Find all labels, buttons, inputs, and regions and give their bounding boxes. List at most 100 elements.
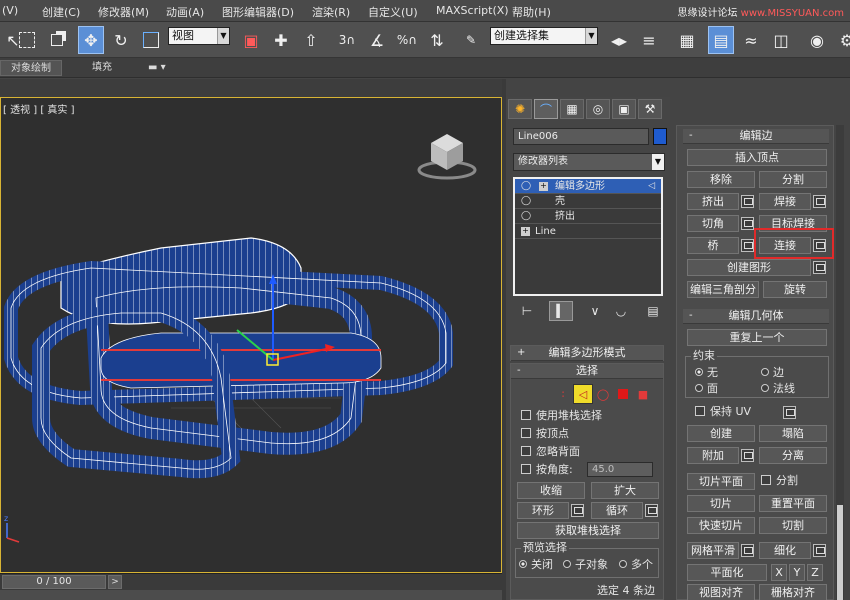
loop-spinner-icon[interactable] [645, 504, 658, 517]
tessellate-settings-icon[interactable] [813, 544, 826, 557]
remove-modifier-icon[interactable]: ◡ [609, 301, 633, 321]
expand-icon[interactable]: + [521, 227, 530, 236]
use-stack-selection-checkbox[interactable]: 使用堆栈选择 [521, 408, 602, 424]
radio-dot[interactable] [695, 384, 703, 392]
layer-manager-icon[interactable]: ▦ [674, 26, 700, 54]
attach-button[interactable]: 附加 [687, 447, 739, 464]
weld-settings-icon[interactable] [813, 195, 826, 208]
bulb-icon[interactable]: ◯ [521, 179, 531, 194]
preserve-uv-checkbox[interactable]: 保持 UV [695, 404, 751, 420]
checkbox-box[interactable] [695, 406, 705, 416]
split-edge-button[interactable]: 分割 [759, 171, 827, 188]
perspective-viewport[interactable]: [ 透视 ] [ 真实 ] z [0, 97, 502, 573]
meshsmooth-settings-icon[interactable] [741, 544, 754, 557]
create-shape-button[interactable]: 创建图形 [687, 259, 811, 276]
split-checkbox[interactable]: 分割 [761, 473, 798, 489]
attach-list-icon[interactable] [741, 449, 754, 462]
insert-vertex-button[interactable]: 插入顶点 [687, 149, 827, 166]
constraint-none-radio[interactable]: 无 [695, 366, 718, 380]
pivot-icon[interactable]: ▣ [238, 26, 264, 54]
scrollbar-thumb[interactable] [837, 505, 843, 600]
preview-subobject-radio[interactable]: 子对象 [563, 558, 608, 572]
preserve-uv-settings-icon[interactable] [783, 406, 796, 419]
object-color-swatch[interactable] [653, 128, 667, 145]
loop-button[interactable]: 循环 [591, 502, 643, 519]
radio-dot[interactable] [563, 560, 571, 568]
angle-snap-icon[interactable]: ∡ [364, 26, 390, 54]
expand-icon[interactable]: + [539, 182, 548, 191]
radio-dot[interactable] [519, 560, 527, 568]
slice-button[interactable]: 切片 [687, 495, 755, 512]
edit-triangulation-button[interactable]: 编辑三角剖分 [687, 281, 759, 298]
material-editor-icon[interactable]: ◉ [804, 26, 830, 54]
mirror-icon[interactable]: ◂▸ [606, 26, 632, 54]
align-icon[interactable]: ≡ [636, 26, 662, 54]
radio-dot[interactable] [619, 560, 627, 568]
weld-button[interactable]: 焊接 [759, 193, 811, 210]
spinner-snap-icon[interactable]: ⇅ [424, 26, 450, 54]
pin-stack-icon[interactable]: ⊢ [515, 301, 539, 321]
repeat-last-button[interactable]: 重复上一个 [687, 329, 827, 346]
bulb-icon[interactable]: ◯ [521, 194, 531, 209]
move-icon[interactable]: ✥ [78, 26, 104, 54]
preview-multi-radio[interactable]: 多个 [619, 558, 653, 572]
utilities-tab-icon[interactable]: ⚒ [638, 99, 662, 119]
menu-create[interactable]: 创建(C) [42, 4, 80, 20]
time-slider[interactable]: 0 / 100 > [0, 573, 502, 590]
slice-plane-button[interactable]: 切片平面 [687, 473, 755, 490]
ring-button[interactable]: 环形 [517, 502, 569, 519]
menu-rendering[interactable]: 渲染(R) [312, 4, 350, 20]
detach-button[interactable]: 分离 [759, 447, 827, 464]
grow-button[interactable]: 扩大 [591, 482, 659, 499]
tab-populate[interactable]: 填充 [82, 60, 122, 76]
next-frame-button[interactable]: > [108, 575, 122, 589]
curve-editor-icon[interactable]: ≈ [738, 26, 764, 54]
menu-graph-editors[interactable]: 图形编辑器(D) [222, 4, 294, 20]
grid-align-button[interactable]: 栅格对齐 [759, 584, 827, 600]
edit-edges-header[interactable]: - 编辑边 [683, 129, 829, 144]
radio-dot[interactable] [761, 384, 769, 392]
extrude-settings-icon[interactable] [741, 195, 754, 208]
menu-customize[interactable]: 自定义(U) [368, 4, 418, 20]
modifier-list-dropdown[interactable]: 修改器列表 ▼ [513, 153, 665, 171]
command-panel-scrollbar[interactable] [836, 125, 844, 600]
stack-item-edit-poly[interactable]: ◯ + 编辑多边形 ◁ [515, 179, 661, 194]
tessellate-button[interactable]: 细化 [759, 542, 811, 559]
create-shape-settings-icon[interactable] [813, 261, 826, 274]
constraint-edge-radio[interactable]: 边 [761, 366, 784, 380]
checkbox-box[interactable] [761, 475, 771, 485]
edit-named-selection-icon[interactable]: ✎ [458, 26, 484, 54]
checkbox-box[interactable] [521, 410, 531, 420]
bridge-button[interactable]: 桥 [687, 237, 739, 254]
menu-animation[interactable]: 动画(A) [166, 4, 204, 20]
object-name-field[interactable]: Line006 [513, 128, 649, 145]
modify-tab-icon[interactable]: ⌒ [534, 99, 558, 119]
cut-button[interactable]: 切割 [759, 517, 827, 534]
chamfer-settings-icon[interactable] [741, 217, 754, 230]
tab-object-paint[interactable]: 对象绘制 [0, 60, 62, 76]
menu-views[interactable]: (V) [2, 4, 18, 17]
extrude-button[interactable]: 挤出 [687, 193, 739, 210]
planar-z-button[interactable]: Z [807, 564, 823, 581]
remove-button[interactable]: 移除 [687, 171, 755, 188]
collapse-button[interactable]: 塌陷 [759, 425, 827, 442]
stack-item-extrude[interactable]: ◯ 挤出 [515, 209, 661, 224]
window-crossing-icon[interactable] [44, 26, 70, 54]
named-selection-sets[interactable]: 创建选择集 ▼ [490, 27, 598, 45]
hierarchy-tab-icon[interactable]: ▦ [560, 99, 584, 119]
reference-coord-select[interactable]: 视图 ▼ [168, 27, 230, 45]
create-tab-icon[interactable]: ✺ [508, 99, 532, 119]
shrink-button[interactable]: 收缩 [517, 482, 585, 499]
checkbox-box[interactable] [521, 428, 531, 438]
ribbon-options-icon[interactable]: ▬ ▾ [138, 60, 176, 76]
viewcube-icon[interactable] [417, 134, 477, 180]
snap-toggle-icon[interactable]: 3∩ [334, 26, 360, 54]
menu-maxscript[interactable]: MAXScript(X) [436, 4, 509, 17]
rotate-icon[interactable]: ↻ [108, 26, 134, 54]
percent-snap-icon[interactable]: %∩ [394, 26, 420, 54]
chamfer-button[interactable]: 切角 [687, 215, 739, 232]
radio-dot[interactable] [695, 368, 703, 376]
rollout-header[interactable]: - 选择 [511, 364, 663, 379]
display-tab-icon[interactable]: ▣ [612, 99, 636, 119]
preview-off-radio[interactable]: 关闭 [519, 558, 553, 572]
